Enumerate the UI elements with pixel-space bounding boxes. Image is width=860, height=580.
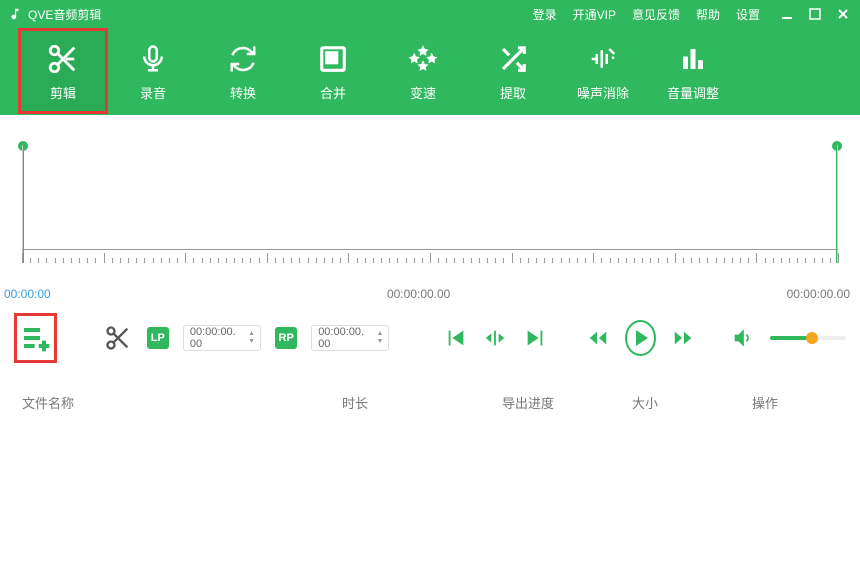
- menu-login[interactable]: 登录: [533, 6, 557, 23]
- time-mid: 00:00:00.00: [387, 287, 450, 301]
- timecodes: 00:00:00 00:00:00.00 00:00:00.00: [0, 287, 860, 301]
- tab-convert-label: 转换: [230, 83, 256, 102]
- controls-bar: LP 00:00:00. 00 ▲▼ RP 00:00:00. 00 ▲▼: [0, 301, 860, 375]
- tab-denoise[interactable]: 噪声消除: [558, 28, 648, 114]
- tab-cut-label: 剪辑: [50, 83, 76, 102]
- col-size: 大小: [632, 393, 752, 412]
- merge-icon: [318, 41, 348, 77]
- lp-time-input[interactable]: 00:00:00. 00 ▲▼: [183, 325, 261, 351]
- tab-speed[interactable]: 变速: [378, 28, 468, 114]
- goto-start-button[interactable]: [443, 323, 468, 353]
- col-duration: 时长: [342, 393, 502, 412]
- minimize-icon[interactable]: [778, 8, 796, 20]
- volume-icon[interactable]: [730, 323, 755, 353]
- tab-volume-label: 音量调整: [667, 83, 719, 102]
- play-button[interactable]: [625, 320, 656, 356]
- tab-cut[interactable]: 剪辑: [18, 28, 108, 114]
- waveform-area[interactable]: [22, 145, 838, 285]
- menu-settings[interactable]: 设置: [736, 6, 760, 23]
- volume-slider[interactable]: [770, 336, 846, 340]
- col-action: 操作: [752, 393, 838, 412]
- tab-speed-label: 变速: [410, 83, 436, 102]
- tab-merge-label: 合并: [320, 83, 346, 102]
- time-ruler: [22, 249, 838, 263]
- tab-record[interactable]: 录音: [108, 28, 198, 114]
- col-progress: 导出进度: [502, 393, 632, 412]
- rp-badge[interactable]: RP: [275, 327, 297, 349]
- col-filename: 文件名称: [22, 393, 342, 412]
- rp-spinner[interactable]: ▲▼: [376, 328, 386, 348]
- rewind-button[interactable]: [585, 323, 610, 353]
- rp-time-value: 00:00:00. 00: [318, 326, 372, 350]
- equalizer-icon: [678, 41, 708, 77]
- tab-bar: 剪辑 录音 转换 合并 变速: [0, 28, 860, 114]
- tab-volume[interactable]: 音量调整: [648, 28, 738, 114]
- tab-denoise-label: 噪声消除: [577, 83, 629, 102]
- time-start: 00:00:00: [4, 287, 51, 301]
- rp-time-input[interactable]: 00:00:00. 00 ▲▼: [311, 325, 389, 351]
- forward-button[interactable]: [670, 323, 695, 353]
- maximize-icon[interactable]: [806, 8, 824, 20]
- play-icon: [636, 330, 648, 346]
- scissors-icon: [46, 41, 80, 77]
- header: QVE音频剪辑 登录 开通VIP 意见反馈 帮助 设置 剪辑 录音 转换: [0, 0, 860, 115]
- sync-icon: [228, 41, 258, 77]
- titlebar: QVE音频剪辑 登录 开通VIP 意见反馈 帮助 设置: [0, 0, 860, 28]
- file-table-header: 文件名称 时长 导出进度 大小 操作: [0, 375, 860, 422]
- wave-track: [22, 145, 838, 263]
- goto-end-button[interactable]: [522, 323, 547, 353]
- trim-inward-button[interactable]: [482, 323, 507, 353]
- time-end: 00:00:00.00: [787, 287, 850, 301]
- lp-badge[interactable]: LP: [147, 327, 169, 349]
- microphone-icon: [138, 41, 168, 77]
- menu-feedback[interactable]: 意见反馈: [632, 6, 680, 23]
- denoise-icon: [588, 41, 618, 77]
- cut-button[interactable]: [102, 320, 133, 356]
- speed-icon: [408, 41, 438, 77]
- volume-knob[interactable]: [806, 332, 818, 344]
- tab-merge[interactable]: 合并: [288, 28, 378, 114]
- add-file-button[interactable]: [14, 313, 57, 363]
- tab-record-label: 录音: [140, 83, 166, 102]
- tab-convert[interactable]: 转换: [198, 28, 288, 114]
- music-note-icon: [8, 7, 22, 21]
- close-icon[interactable]: [834, 8, 852, 20]
- tab-extract-label: 提取: [500, 83, 526, 102]
- app-title: QVE音频剪辑: [28, 6, 101, 23]
- lp-time-value: 00:00:00. 00: [190, 326, 244, 350]
- menu-help[interactable]: 帮助: [696, 6, 720, 23]
- shuffle-icon: [498, 41, 528, 77]
- tab-extract[interactable]: 提取: [468, 28, 558, 114]
- menu-vip[interactable]: 开通VIP: [573, 6, 616, 23]
- lp-spinner[interactable]: ▲▼: [248, 328, 258, 348]
